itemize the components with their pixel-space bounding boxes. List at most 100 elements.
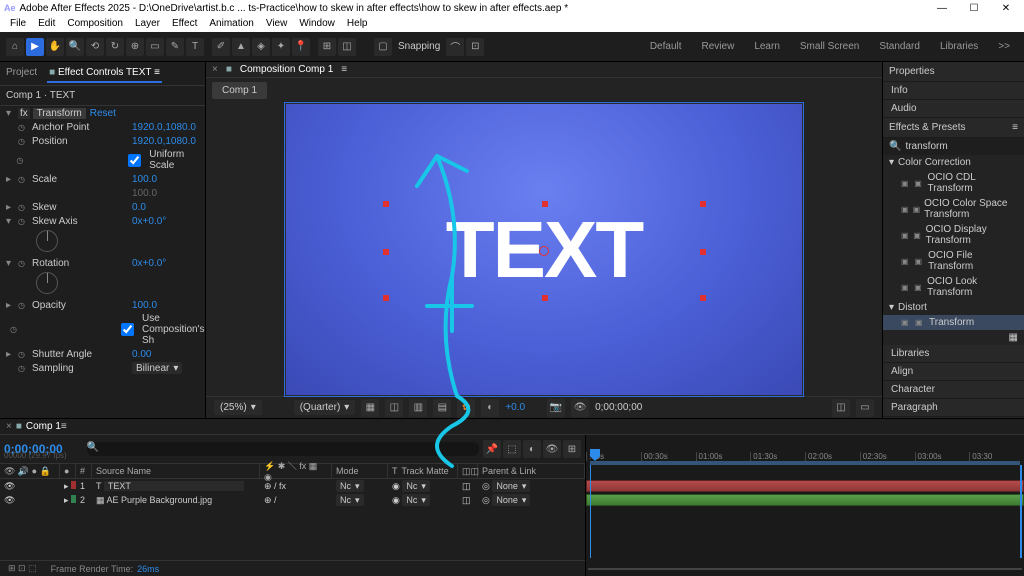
preset-ocio-file[interactable]: OCIO File Transform (928, 250, 1016, 272)
hand-tool[interactable]: ✋ (46, 38, 64, 56)
handle-tr[interactable] (700, 201, 706, 207)
menu-view[interactable]: View (262, 18, 292, 30)
parent-select[interactable]: None ▾ (492, 480, 530, 492)
matte-select[interactable]: Nc ▾ (402, 480, 430, 492)
roto-tool[interactable]: ✦ (272, 38, 290, 56)
zoom-select[interactable]: (25%) ▾ (214, 400, 262, 415)
fx-badge[interactable]: fx (18, 108, 30, 119)
panel-character[interactable]: Character (883, 381, 1024, 399)
group-color[interactable]: Color Correction (898, 157, 971, 168)
val-skew[interactable]: 0.0 (132, 202, 146, 213)
handle-tm[interactable] (542, 201, 548, 207)
handle-bl[interactable] (383, 295, 389, 301)
twirl-icon[interactable]: ▾ (889, 302, 894, 313)
snapshot-icon[interactable]: 📷 (547, 399, 565, 417)
selection-tool[interactable]: ▶ (26, 38, 44, 56)
preset-ocio-cdl[interactable]: OCIO CDL Transform (928, 172, 1017, 194)
guides-icon[interactable]: ▤ (433, 399, 451, 417)
grid-icon[interactable]: ▦ (361, 399, 379, 417)
preset-ocio-display[interactable]: OCIO Display Transform (926, 224, 1016, 246)
matte-select[interactable]: Nc ▾ (402, 494, 430, 506)
orbit-tool[interactable]: ⟲ (86, 38, 104, 56)
col-trackmatte[interactable]: TTrack Matte (388, 464, 458, 478)
panel-align[interactable]: Align (883, 363, 1024, 381)
val-rotation[interactable]: 0x+0.0° (132, 258, 166, 269)
stopwatch-icon[interactable]: ◷ (18, 301, 28, 310)
rect-tool[interactable]: ▭ (146, 38, 164, 56)
panel-properties[interactable]: Properties (883, 62, 1024, 82)
tab-project[interactable]: Project (4, 64, 39, 83)
col-parent[interactable]: Parent & Link (478, 464, 585, 478)
twirl-icon[interactable]: ▾ (6, 108, 14, 119)
menu-help[interactable]: Help (343, 18, 372, 30)
zoom-tool[interactable]: 🔍 (66, 38, 84, 56)
anchor-icon[interactable] (539, 246, 549, 256)
close-button[interactable]: ✕ (992, 1, 1020, 15)
brush-tool[interactable]: ✐ (212, 38, 230, 56)
col-source[interactable]: Source Name (92, 464, 260, 478)
minimize-button[interactable]: — (928, 1, 956, 15)
mode-select[interactable]: Nc ▾ (336, 480, 364, 492)
quality-select[interactable]: (Quarter) ▾ (294, 400, 356, 415)
lock-icon[interactable]: × (212, 64, 218, 75)
viewer-canvas[interactable]: TEXT (284, 102, 804, 397)
skewaxis-dial[interactable] (36, 230, 58, 252)
reset-link[interactable]: Reset (90, 108, 116, 119)
effect-transform[interactable]: Transform (33, 108, 86, 119)
home-tool[interactable]: ⌂ (6, 38, 24, 56)
draft3d-icon[interactable]: ◫ (832, 399, 850, 417)
menu-effect[interactable]: Effect (168, 18, 201, 30)
track-bar-1[interactable] (586, 480, 1024, 492)
twirl-icon[interactable]: ▾ (889, 157, 894, 168)
stopwatch-icon[interactable]: ◷ (18, 137, 28, 146)
handle-tl[interactable] (383, 201, 389, 207)
lock-icon[interactable]: × (6, 421, 12, 432)
track-bar-2[interactable] (586, 494, 1024, 506)
val-shutter[interactable]: 0.00 (132, 349, 151, 360)
color-icon[interactable]: ✿ (457, 399, 475, 417)
panel-audio[interactable]: Audio (883, 100, 1024, 118)
group-distort[interactable]: Distort (898, 302, 927, 313)
tab-composition[interactable]: Composition Comp 1 (240, 64, 333, 75)
snap-opt-icon[interactable]: ⌒ (446, 38, 464, 56)
stopwatch-icon[interactable]: ◷ (18, 259, 28, 268)
viewer-timecode[interactable]: 0;00;00;00 (595, 402, 642, 413)
handle-mr[interactable] (700, 249, 706, 255)
snapping-label[interactable]: Snapping (398, 41, 440, 52)
handle-ml[interactable] (383, 249, 389, 255)
stopwatch-icon[interactable]: ◷ (18, 123, 28, 132)
col-mode[interactable]: Mode (332, 464, 388, 478)
handle-bm[interactable] (542, 295, 548, 301)
layer-row-1[interactable]: 👁 ▸ 1 T TEXT ⊕ / fx Nc ▾ ◉ Nc ▾ ◫ ◎ None… (0, 479, 585, 493)
preset-ocio-color[interactable]: OCIO Color Space Transform (924, 198, 1016, 220)
menu-window[interactable]: Window (295, 18, 339, 30)
sampling-select[interactable]: Bilinear ▾ (132, 362, 182, 374)
panel-info[interactable]: Info (883, 82, 1024, 100)
stopwatch-icon[interactable]: ◷ (18, 203, 28, 212)
workspace-review[interactable]: Review (694, 37, 743, 56)
val-anchor[interactable]: 1920.0,1080.0 (132, 122, 196, 133)
toggle-switches-icon[interactable]: ⊞ ⊡ ⬚ (8, 563, 37, 574)
layer-row-2[interactable]: 👁 ▸ 2 ▦ AE Purple Background.jpg ⊕ / Nc … (0, 493, 585, 507)
exposure-value[interactable]: +0.0 (505, 402, 525, 413)
workspace-smallscreen[interactable]: Small Screen (792, 37, 867, 56)
menu-animation[interactable]: Animation (205, 18, 257, 30)
twirl-icon[interactable]: ▸ (6, 300, 14, 311)
preset-transform[interactable]: Transform (929, 317, 974, 328)
handle-br[interactable] (700, 295, 706, 301)
exposure-icon[interactable]: ◐ (481, 399, 499, 417)
val-scale[interactable]: 100.0 (132, 174, 157, 185)
menu-layer[interactable]: Layer (131, 18, 164, 30)
usecomp-checkbox[interactable] (121, 323, 134, 336)
stopwatch-icon[interactable]: ◷ (18, 350, 28, 359)
uniform-scale-checkbox[interactable] (128, 154, 141, 167)
twirl-icon[interactable]: ▾ (6, 216, 14, 227)
layer-name-2[interactable]: AE Purple Background.jpg (107, 495, 213, 505)
twirl-icon[interactable]: ▾ (6, 258, 14, 269)
preset-ocio-look[interactable]: OCIO Look Transform (927, 276, 1016, 298)
effects-search-input[interactable] (905, 141, 1024, 152)
val-skewaxis[interactable]: 0x+0.0° (132, 216, 166, 227)
twirl-icon[interactable]: ▸ (64, 495, 69, 505)
snap-icon[interactable]: ▢ (374, 38, 392, 56)
pen-tool[interactable]: ✎ (166, 38, 184, 56)
